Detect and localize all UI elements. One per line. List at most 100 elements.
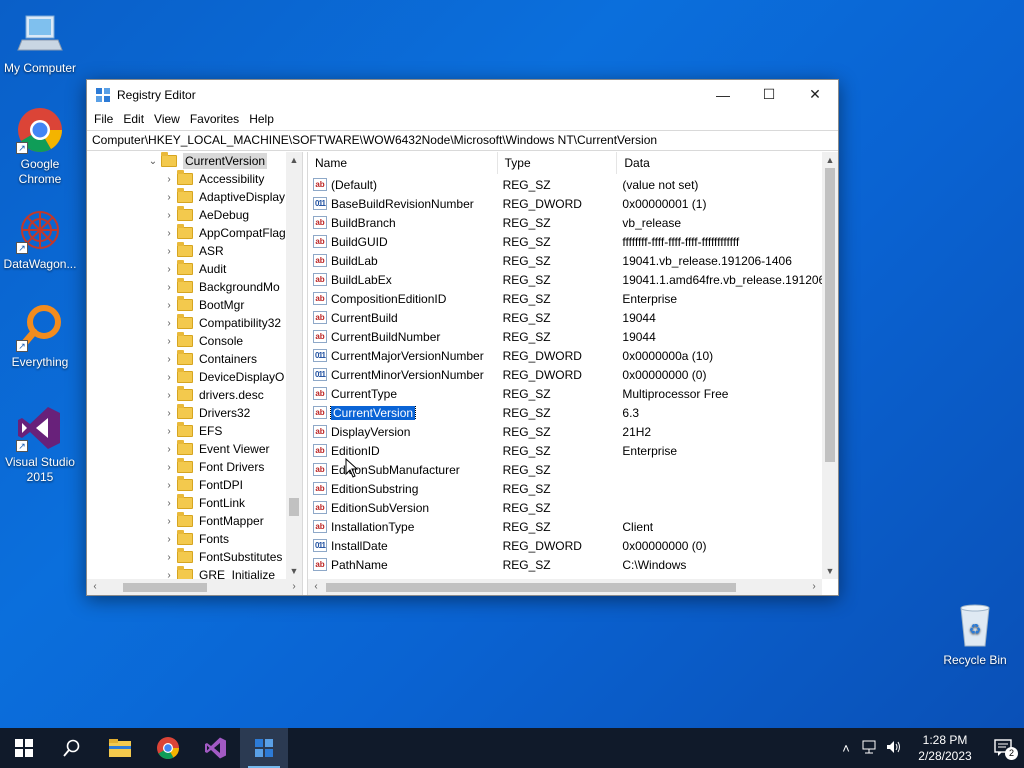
- chevron-right-icon[interactable]: ›: [163, 192, 175, 203]
- chevron-right-icon[interactable]: ›: [163, 390, 175, 401]
- registry-value-row[interactable]: ab CurrentType REG_SZ Multiprocessor Free: [308, 384, 822, 403]
- desktop-icon-my-computer[interactable]: My Computer: [0, 10, 80, 76]
- chevron-right-icon[interactable]: ›: [163, 318, 175, 329]
- registry-value-row[interactable]: 011 CurrentMinorVersionNumber REG_DWORD 0x0…: [308, 365, 822, 384]
- registry-value-row[interactable]: ab EditionSubManufacturer REG_SZ: [308, 460, 822, 479]
- chevron-right-icon[interactable]: ›: [163, 210, 175, 221]
- scroll-up-arrow-icon[interactable]: ▲: [286, 152, 302, 168]
- clock[interactable]: 1:28 PM 2/28/2023: [906, 732, 984, 764]
- tree-item[interactable]: › drivers.desc: [163, 386, 264, 404]
- tree-item[interactable]: › Console: [163, 332, 243, 350]
- tree-item[interactable]: › FontSubstitutes: [163, 548, 282, 566]
- tree-item[interactable]: › Containers: [163, 350, 257, 368]
- tree-item[interactable]: › FontLink: [163, 494, 245, 512]
- registry-value-row[interactable]: ab EditionSubstring REG_SZ: [308, 479, 822, 498]
- registry-value-row[interactable]: 011 BaseBuildRevisionNumber REG_DWORD 0x000…: [308, 194, 822, 213]
- registry-value-row[interactable]: ab PathName REG_SZ C:\Windows: [308, 555, 822, 574]
- tree-item[interactable]: › DeviceDisplayO: [163, 368, 284, 386]
- tree-item[interactable]: › Compatibility32: [163, 314, 281, 332]
- chevron-right-icon[interactable]: ›: [163, 336, 175, 347]
- registry-value-row[interactable]: ab CompositionEditionID REG_SZ Enterprise: [308, 289, 822, 308]
- chevron-up-icon[interactable]: ˄: [834, 741, 858, 756]
- registry-value-row[interactable]: ab InstallationType REG_SZ Client: [308, 517, 822, 536]
- taskbar-chrome[interactable]: [144, 728, 192, 768]
- column-header-type[interactable]: Type: [498, 152, 618, 174]
- column-header-data[interactable]: Data: [617, 152, 822, 174]
- tree-item[interactable]: › BootMgr: [163, 296, 244, 314]
- tree-item[interactable]: › AdaptiveDisplay: [163, 188, 285, 206]
- notification-center-button[interactable]: 2: [984, 728, 1024, 768]
- scroll-right-arrow-icon[interactable]: ›: [286, 579, 302, 595]
- scrollbar-thumb[interactable]: [326, 583, 736, 592]
- chevron-right-icon[interactable]: ›: [163, 174, 175, 185]
- tree-horizontal-scrollbar[interactable]: ‹ ›: [87, 579, 302, 595]
- chevron-right-icon[interactable]: ›: [163, 228, 175, 239]
- desktop-icon-datawagon[interactable]: ↗ DataWagon...: [0, 206, 80, 272]
- chevron-right-icon[interactable]: ›: [163, 354, 175, 365]
- desktop-icon-recycle-bin[interactable]: ♻ Recycle Bin: [935, 602, 1015, 668]
- registry-value-row[interactable]: ab BuildLabEx REG_SZ 19041.1.amd64fre.vb_re…: [308, 270, 822, 289]
- chevron-right-icon[interactable]: ›: [163, 462, 175, 473]
- menu-view[interactable]: View: [149, 112, 185, 126]
- scroll-right-arrow-icon[interactable]: ›: [806, 579, 822, 595]
- tree-item[interactable]: › ASR: [163, 242, 224, 260]
- registry-value-row[interactable]: ab EditionID REG_SZ Enterprise: [308, 441, 822, 460]
- taskbar-file-explorer[interactable]: [96, 728, 144, 768]
- scrollbar-thumb[interactable]: [289, 498, 299, 516]
- registry-value-row[interactable]: ab EditionSubVersion REG_SZ: [308, 498, 822, 517]
- maximize-button[interactable]: ☐: [746, 80, 792, 109]
- chevron-right-icon[interactable]: ›: [163, 444, 175, 455]
- registry-value-row[interactable]: 011 CurrentMajorVersionNumber REG_DWORD 0x0…: [308, 346, 822, 365]
- registry-value-row[interactable]: ab BuildLab REG_SZ 19041.vb_release.191206-…: [308, 251, 822, 270]
- scroll-up-arrow-icon[interactable]: ▲: [822, 152, 838, 168]
- menu-edit[interactable]: Edit: [118, 112, 149, 126]
- registry-value-row[interactable]: ab BuildGUID REG_SZ ffffffff-ffff-ffff-ffff…: [308, 232, 822, 251]
- values-list-pane[interactable]: Name Type Data ab (Default) REG_SZ (value n…: [307, 152, 838, 595]
- chevron-down-icon[interactable]: ⌄: [147, 156, 159, 167]
- chevron-right-icon[interactable]: ›: [163, 480, 175, 491]
- tree-item[interactable]: › Font Drivers: [163, 458, 264, 476]
- menu-help[interactable]: Help: [244, 112, 279, 126]
- close-button[interactable]: ✕: [792, 80, 838, 109]
- tree-item[interactable]: › EFS: [163, 422, 222, 440]
- tree-item[interactable]: › Fonts: [163, 530, 229, 548]
- registry-value-row[interactable]: 011 InstallDate REG_DWORD 0x00000000 (0): [308, 536, 822, 555]
- minimize-button[interactable]: —: [700, 80, 746, 109]
- chevron-right-icon[interactable]: ›: [163, 300, 175, 311]
- volume-icon[interactable]: [882, 740, 906, 757]
- chevron-right-icon[interactable]: ›: [163, 498, 175, 509]
- registry-value-row[interactable]: ab CurrentVersion REG_SZ 6.3: [308, 403, 822, 422]
- desktop-icon-visual-studio[interactable]: ↗ Visual Studio 2015: [0, 404, 80, 485]
- registry-value-row[interactable]: ab BuildBranch REG_SZ vb_release: [308, 213, 822, 232]
- key-tree-pane[interactable]: ⌄ CurrentVersion › Accessibility › Adaptive…: [87, 152, 303, 595]
- taskbar-registry-editor[interactable]: [240, 728, 288, 768]
- chevron-right-icon[interactable]: ›: [163, 282, 175, 293]
- scrollbar-thumb[interactable]: [123, 583, 207, 592]
- chevron-right-icon[interactable]: ›: [163, 534, 175, 545]
- tree-vertical-scrollbar[interactable]: ▲ ▼: [286, 152, 302, 579]
- tree-item[interactable]: › Drivers32: [163, 404, 250, 422]
- registry-value-row[interactable]: ab CurrentBuild REG_SZ 19044: [308, 308, 822, 327]
- registry-value-row[interactable]: ab DisplayVersion REG_SZ 21H2: [308, 422, 822, 441]
- tree-item-selected[interactable]: ⌄ CurrentVersion: [147, 152, 268, 170]
- tree-item[interactable]: › BackgroundMo: [163, 278, 280, 296]
- scroll-left-arrow-icon[interactable]: ‹: [308, 579, 324, 595]
- title-bar[interactable]: Registry Editor — ☐ ✕: [87, 80, 838, 109]
- chevron-right-icon[interactable]: ›: [163, 408, 175, 419]
- tree-item[interactable]: › FontMapper: [163, 512, 264, 530]
- chevron-right-icon[interactable]: ›: [163, 372, 175, 383]
- start-button[interactable]: [0, 728, 48, 768]
- scroll-left-arrow-icon[interactable]: ‹: [87, 579, 103, 595]
- registry-value-row[interactable]: ab (Default) REG_SZ (value not set): [308, 175, 822, 194]
- menu-favorites[interactable]: Favorites: [185, 112, 244, 126]
- tree-item[interactable]: › Audit: [163, 260, 226, 278]
- address-bar[interactable]: Computer\HKEY_LOCAL_MACHINE\SOFTWARE\WOW…: [87, 130, 838, 151]
- tree-item[interactable]: › AppCompatFlag: [163, 224, 286, 242]
- tree-item[interactable]: › Event Viewer: [163, 440, 269, 458]
- scroll-down-arrow-icon[interactable]: ▼: [822, 563, 838, 579]
- list-horizontal-scrollbar[interactable]: ‹ ›: [308, 579, 822, 595]
- chevron-right-icon[interactable]: ›: [163, 426, 175, 437]
- chevron-right-icon[interactable]: ›: [163, 264, 175, 275]
- desktop-icon-google-chrome[interactable]: ↗ Google Chrome: [0, 106, 80, 187]
- tree-item[interactable]: › AeDebug: [163, 206, 249, 224]
